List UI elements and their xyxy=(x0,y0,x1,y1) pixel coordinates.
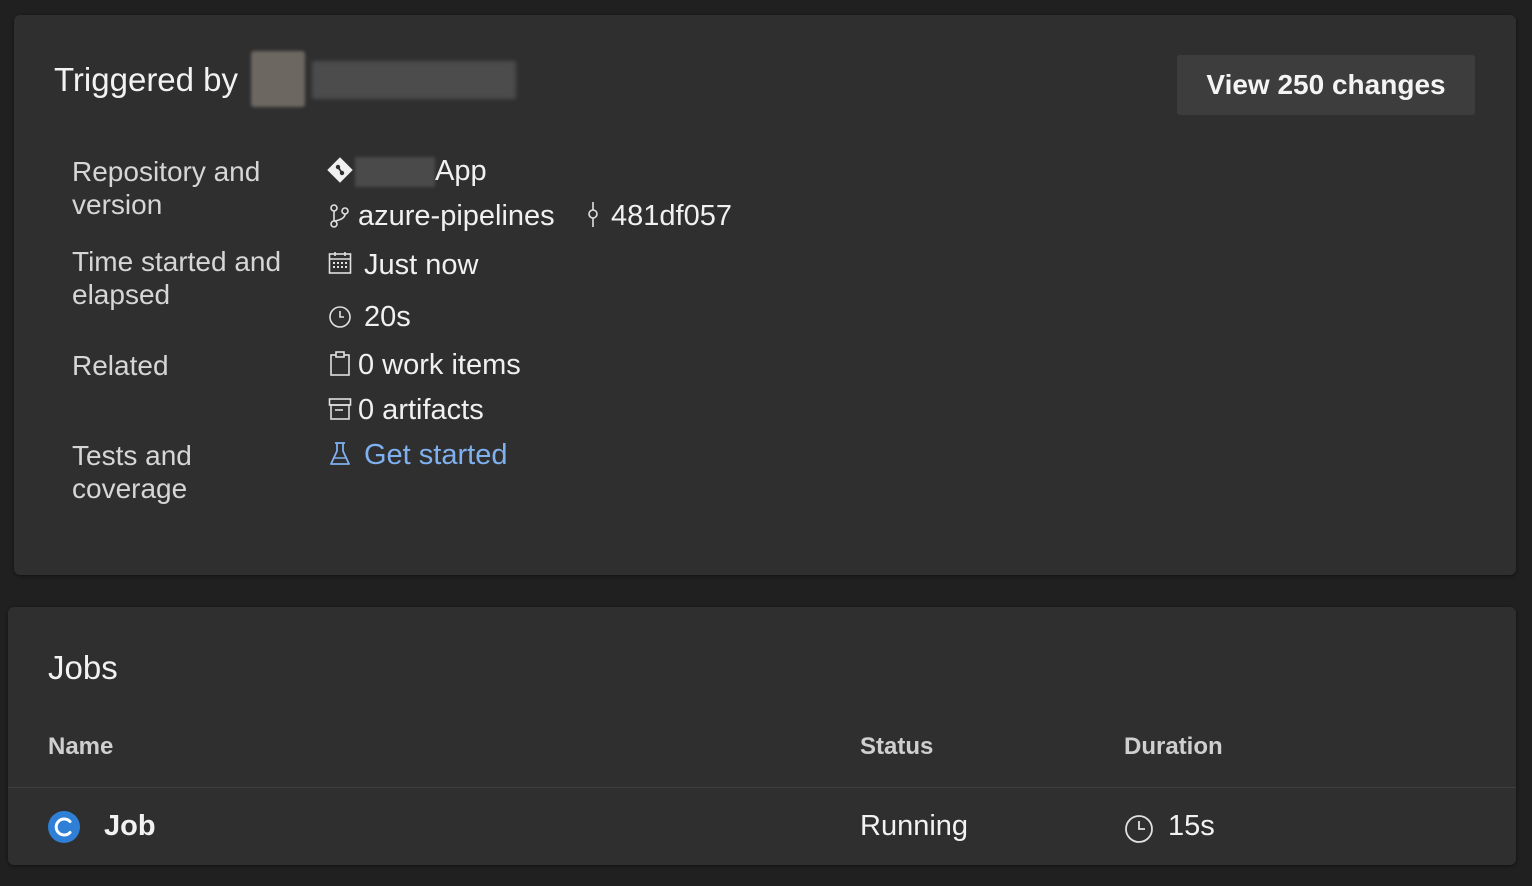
time-label: Time started and elapsed xyxy=(72,246,282,310)
archive-icon xyxy=(328,397,352,421)
running-status-icon xyxy=(48,811,80,843)
related-label: Related xyxy=(72,350,169,381)
repository-name-redacted xyxy=(355,157,435,187)
clipboard-icon xyxy=(329,351,351,377)
calendar-icon xyxy=(328,251,352,275)
triggered-by-label: Triggered by xyxy=(54,61,239,98)
flask-icon xyxy=(329,441,351,467)
job-name[interactable]: Job xyxy=(104,810,156,843)
clock-icon xyxy=(1124,814,1154,844)
commit-icon xyxy=(586,201,600,229)
branch-icon xyxy=(329,203,351,229)
time-started: Just now xyxy=(364,249,479,281)
column-header-name: Name xyxy=(48,733,114,760)
trigger-user-name-redacted xyxy=(312,61,516,99)
tests-coverage-label: Tests and coverage xyxy=(72,440,192,504)
time-elapsed: 20s xyxy=(364,301,411,333)
jobs-card: Jobs Name Status Duration Job Running 15… xyxy=(8,607,1516,865)
repository-name[interactable]: App xyxy=(435,154,487,188)
branch-name[interactable]: azure-pipelines xyxy=(358,199,555,233)
get-started-link[interactable]: Get started xyxy=(364,438,507,472)
view-changes-button[interactable]: View 250 changes xyxy=(1177,55,1475,115)
column-header-status: Status xyxy=(860,733,934,760)
jobs-title: Jobs xyxy=(48,649,118,686)
clock-icon xyxy=(328,305,352,329)
job-duration: 15s xyxy=(1168,810,1215,842)
avatar xyxy=(251,51,305,107)
git-repo-icon xyxy=(327,157,353,183)
job-status: Running xyxy=(860,810,969,842)
repository-version-label: Repository and version xyxy=(72,156,261,220)
artifacts-link[interactable]: 0 artifacts xyxy=(358,393,484,427)
column-header-duration: Duration xyxy=(1124,733,1223,760)
table-row[interactable]: Job Running 15s xyxy=(8,788,1516,865)
work-items-link[interactable]: 0 work items xyxy=(358,348,521,382)
commit-hash[interactable]: 481df057 xyxy=(611,199,732,233)
run-summary-card: Triggered by View 250 changes Repository… xyxy=(14,15,1516,575)
